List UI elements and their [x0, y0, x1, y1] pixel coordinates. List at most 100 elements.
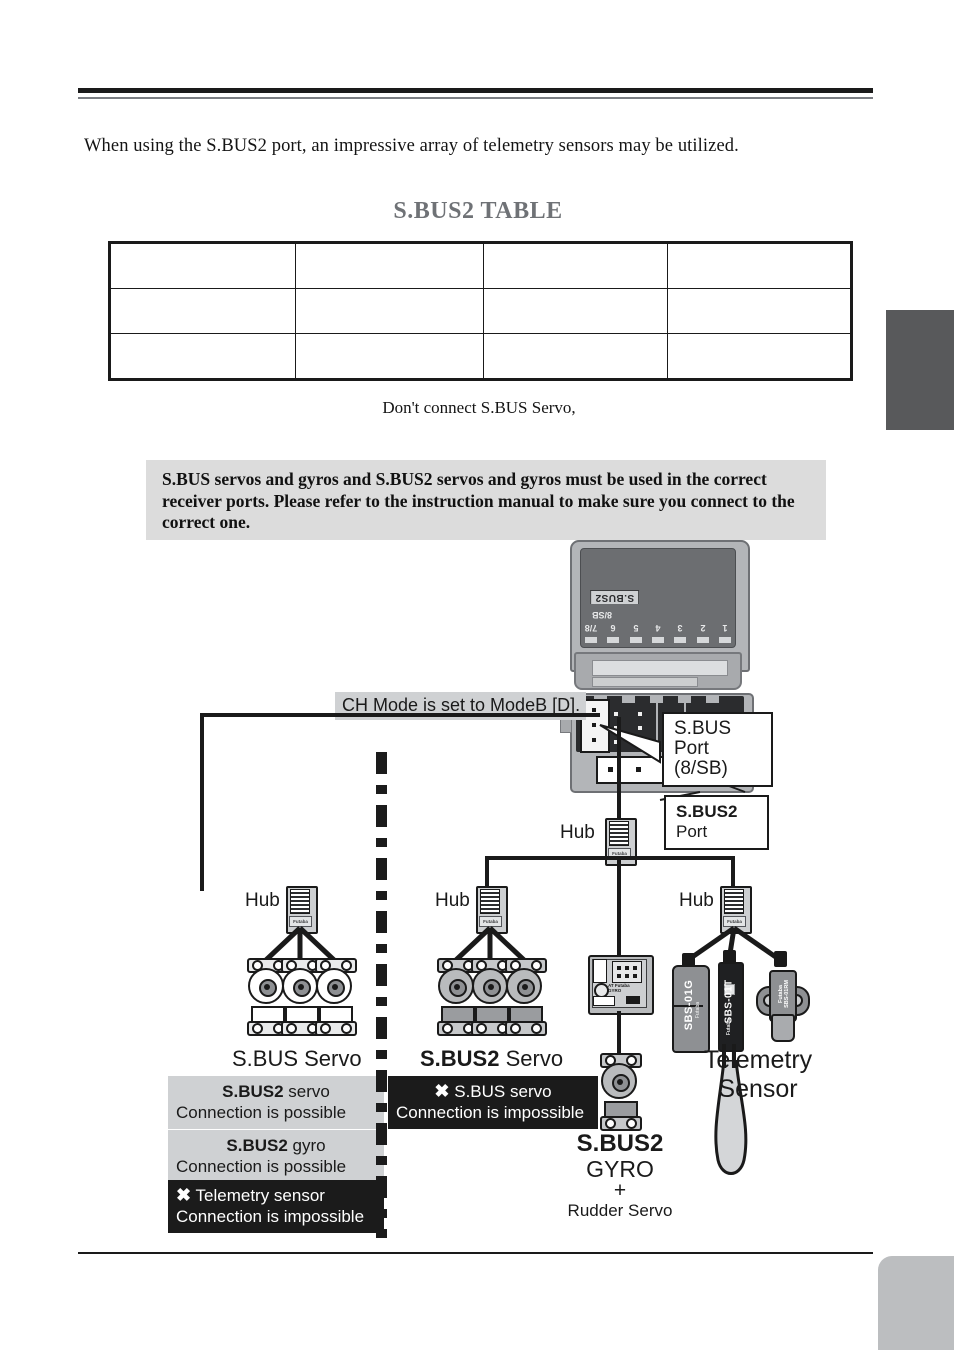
- callout-line: S.BUS: [674, 718, 732, 739]
- pin-label: 5: [633, 623, 639, 633]
- header-rule-thin: [78, 97, 873, 99]
- wire-sbus-down-left: [200, 713, 204, 891]
- header-rule-thick: [78, 88, 873, 93]
- receiver-pin: 2: [696, 623, 710, 643]
- servo-spline: [259, 979, 277, 997]
- connector-pin: [638, 740, 642, 744]
- group-label-sbus-servo: S.BUS Servo: [232, 1046, 362, 1072]
- chip-rest: servo: [283, 1082, 330, 1101]
- telemetry-label-line1: Telemetry: [703, 1046, 813, 1074]
- servo-sbus2: [505, 958, 547, 1036]
- group-label-telemetry-sensor: Telemetry Sensor: [688, 1046, 828, 1104]
- hub-slots: [480, 889, 500, 914]
- table-caption: Don't connect S.BUS Servo,: [382, 398, 576, 417]
- wire-to-gyro: [617, 886, 621, 958]
- chip-line1: ✖ S.BUS servo: [396, 1081, 590, 1102]
- receiver-pin: 4: [651, 623, 665, 643]
- intro-paragraph: When using the S.BUS2 port, an impressiv…: [84, 136, 739, 156]
- callout-sbus-port: S.BUS Port (8/SB): [662, 712, 773, 787]
- pin-label: 3: [677, 623, 683, 633]
- chip-line1: S.BUS2 servo: [176, 1081, 376, 1102]
- table-cell: [109, 288, 296, 334]
- receiver-base: [574, 652, 742, 690]
- connector-pin: [614, 712, 618, 716]
- servo-sbus2: [471, 958, 513, 1036]
- group-label-normal: Servo: [499, 1046, 564, 1071]
- hub-brand: Futaba: [479, 916, 502, 927]
- hub-left: Futaba: [286, 886, 318, 934]
- wire-gyro-to-rudder-servo: [617, 1011, 621, 1055]
- chip-line1: ✖ Telemetry sensor: [176, 1185, 376, 1206]
- table-row: [109, 242, 852, 289]
- servo-spline: [327, 979, 345, 997]
- cross-icon: ✖: [176, 1185, 192, 1205]
- servo-spline: [293, 979, 311, 997]
- servo-disc: [316, 968, 352, 1004]
- pin-label: 6: [610, 623, 616, 633]
- chip-rest: gyro: [287, 1136, 326, 1155]
- servo-spline: [449, 979, 467, 997]
- wire-sbus2-to-hub: [617, 717, 621, 823]
- servo-sbus: [247, 958, 289, 1036]
- receiver-base-bar-secondary: [592, 677, 698, 687]
- servo-spline: [483, 979, 501, 997]
- sbus2-gyro-module: AT Futaba GYRO: [588, 955, 654, 1015]
- hub-right: Futaba: [720, 886, 752, 934]
- pin-label: 2: [700, 623, 706, 633]
- servo-disc: [472, 968, 508, 1004]
- warning-notice: S.BUS servos and gyros and S.BUS2 servos…: [146, 460, 826, 540]
- wiring-diagram: S.BUS2 8/SB 1 2 3 4 5 6 7/8 CH Mode is s…: [0, 530, 954, 1240]
- gyro-module-text: AT Futaba GYRO: [608, 983, 642, 994]
- gyro-dip-switch[interactable]: [593, 996, 615, 1006]
- chip-line2: Connection is impossible: [176, 1207, 365, 1226]
- hub-brand: Futaba: [723, 916, 746, 927]
- section-divider: [376, 752, 387, 1238]
- sensor-nozzle: [771, 1014, 795, 1042]
- hub-fanout-wires: [264, 925, 782, 963]
- hub-slots: [724, 889, 744, 914]
- telemetry-sensor-sbs-01g: SBS-01G Futaba: [672, 965, 710, 1053]
- group-label-normal: S.BUS Servo: [232, 1046, 362, 1071]
- table-row: [109, 288, 852, 334]
- wire-distribution-bus: [485, 856, 735, 860]
- chip-telemetry-impossible: ✖ Telemetry sensor Connection is impossi…: [168, 1180, 384, 1233]
- page-title: S.BUS2 TABLE: [393, 198, 563, 224]
- chip-bold: S.BUS2: [222, 1082, 284, 1101]
- receiver-pin: 7/8: [584, 623, 598, 643]
- hub-brand: Futaba: [289, 916, 312, 927]
- page-corner-tab: [878, 1256, 954, 1350]
- connector-pin: [638, 712, 642, 716]
- wire-sbus-horizontal: [200, 713, 600, 717]
- chip-sbus-servo-impossible: ✖ S.BUS servo Connection is impossible: [388, 1076, 598, 1129]
- chip-line2: Connection is possible: [176, 1103, 347, 1122]
- telemetry-sensor-rpm: Futaba SBS-01RM: [756, 964, 810, 1046]
- gyro-label-line4: Rudder Servo: [567, 1201, 673, 1220]
- servo-spline: [612, 1074, 630, 1092]
- chip-rest: S.BUS servo: [454, 1082, 552, 1101]
- receiver-pin: 1: [718, 623, 732, 643]
- receiver-base-bar: [592, 660, 728, 676]
- telemetry-label-line2: Sensor: [718, 1075, 798, 1103]
- callout-sbus2-port: S.BUS2 Port: [664, 795, 769, 850]
- servo-sbus2: [437, 958, 479, 1036]
- hub-slots: [609, 821, 629, 846]
- servo-sbus: [281, 958, 323, 1036]
- sbus2-table: [108, 241, 853, 381]
- table-cell: [667, 288, 852, 334]
- table-cell: [483, 288, 668, 334]
- table-cell: [667, 242, 852, 289]
- servo-disc: [601, 1063, 637, 1099]
- servo-disc: [506, 968, 542, 1004]
- chip-sbus2-gyro-possible: S.BUS2 gyro Connection is possible: [168, 1130, 384, 1183]
- pin-label: 4: [655, 623, 661, 633]
- chip-line2: Connection is impossible: [396, 1103, 585, 1122]
- receiver-sb-label: 8/SB: [592, 610, 613, 620]
- servo-bottom-ear: [505, 1021, 547, 1036]
- hub-middle: Futaba: [476, 886, 508, 934]
- gyro-label-plus: +: [613, 1179, 627, 1202]
- port-notch: [706, 696, 719, 703]
- callout-line: Port: [674, 738, 709, 759]
- servo-bottom-ear: [315, 1021, 357, 1036]
- table-cell: [295, 288, 484, 334]
- table-row: [109, 333, 852, 380]
